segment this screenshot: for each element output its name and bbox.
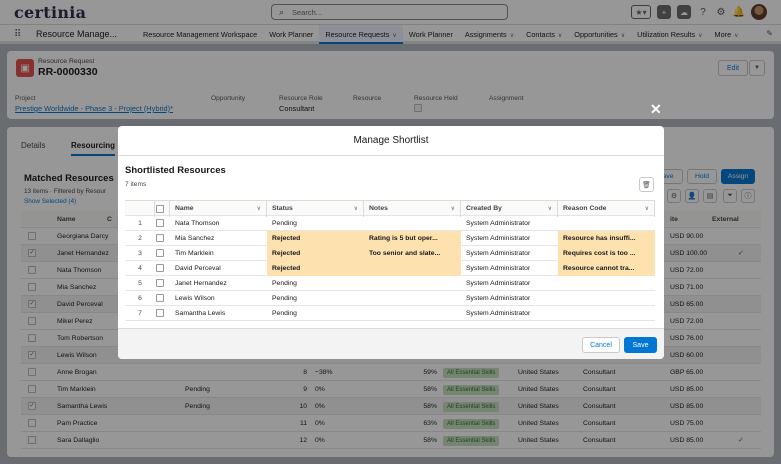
cell-status: Pending (272, 280, 297, 287)
cell-name: Mia Sanchez (175, 235, 215, 242)
cell-created-by: System Administrator (466, 220, 531, 227)
shortlist-row: 5 Janet Hernandez Pending System Administra… (125, 276, 655, 291)
column-header-created-by[interactable]: Created By ∨ (461, 201, 558, 217)
cell-status: Rejected (267, 261, 364, 276)
cell-status: Pending (272, 310, 297, 317)
cell-notes (364, 261, 461, 276)
row-checkbox[interactable] (156, 264, 164, 272)
cell-reason (558, 291, 655, 306)
cell-name: Lewis Wilson (175, 295, 215, 302)
shortlist-row: 7 Samantha Lewis Pending System Administrat… (125, 306, 655, 321)
row-checkbox[interactable] (156, 249, 164, 257)
chevron-down-icon[interactable]: ∨ (548, 201, 552, 217)
cell-num: 2 (138, 235, 142, 242)
cell-name: Janet Hernandez (175, 280, 227, 287)
cell-name: Nata Thomson (175, 220, 220, 227)
modal-body: Shortlisted Resources 7 items 🗑 Name ∨ Sta… (118, 156, 664, 328)
shortlist-row: 3 Tim Marklein Rejected Too senior and slat… (125, 246, 655, 261)
cell-reason: Resource has insuffi... (558, 231, 655, 246)
cell-name: Samantha Lewis (175, 310, 226, 317)
close-modal-icon[interactable]: ✕ (650, 102, 662, 116)
manage-shortlist-modal: Manage Shortlist Shortlisted Resources 7… (118, 126, 664, 359)
row-checkbox[interactable] (156, 294, 164, 302)
select-all-checkbox[interactable] (156, 205, 164, 213)
cell-num: 4 (138, 265, 142, 272)
cell-notes (364, 276, 461, 291)
cell-reason (558, 306, 655, 321)
column-header-label: Created By (466, 205, 502, 212)
cell-num: 1 (138, 220, 142, 227)
cell-reason (558, 276, 655, 291)
chevron-down-icon[interactable]: ∨ (451, 201, 455, 217)
cell-reason (558, 216, 655, 231)
cell-created-by: System Administrator (466, 310, 531, 317)
modal-title: Manage Shortlist (118, 126, 664, 156)
column-header-notes[interactable]: Notes ∨ (364, 201, 461, 217)
row-checkbox[interactable] (156, 309, 164, 317)
column-header-name[interactable]: Name ∨ (170, 201, 267, 217)
column-header-reason[interactable]: Reason Code ∨ (558, 201, 655, 217)
cell-status: Pending (272, 295, 297, 302)
cell-notes (364, 291, 461, 306)
shortlist-header-row: Name ∨ Status ∨ Notes ∨ Created By ∨ Reason Code… (125, 200, 655, 217)
delete-trash-icon[interactable]: 🗑 (639, 177, 654, 192)
cell-created-by: System Administrator (466, 280, 531, 287)
cell-num: 6 (138, 295, 142, 302)
column-header-status[interactable]: Status ∨ (267, 201, 364, 217)
cell-num: 7 (138, 310, 142, 317)
cell-notes (364, 306, 461, 321)
chevron-down-icon[interactable]: ∨ (645, 201, 649, 217)
cancel-button[interactable]: Cancel (582, 337, 620, 353)
shortlist-row: 4 David Perceval Rejected System Administra… (125, 261, 655, 276)
cell-created-by: System Administrator (466, 265, 531, 272)
cell-status: Rejected (267, 246, 364, 261)
cell-name: David Perceval (175, 265, 221, 272)
row-checkbox[interactable] (156, 219, 164, 227)
shortlist-row: 6 Lewis Wilson Pending System Administrator (125, 291, 655, 306)
cell-status: Pending (272, 220, 297, 227)
column-header-index (125, 201, 155, 217)
column-header-label: Notes (369, 205, 388, 212)
shortlisted-resources-title: Shortlisted Resources (125, 165, 226, 176)
cell-notes: Rating is 5 but oper... (364, 231, 461, 246)
cell-notes: Too senior and slate... (364, 246, 461, 261)
chevron-down-icon[interactable]: ∨ (257, 201, 261, 217)
cell-num: 5 (138, 280, 142, 287)
shortlist-count: 7 items (125, 181, 147, 188)
cell-reason: Resource cannot tra... (558, 261, 655, 276)
modal-footer: Cancel Save (118, 328, 664, 359)
save-button[interactable]: Save (624, 337, 657, 353)
cell-reason: Requires cost is too ... (558, 246, 655, 261)
chevron-down-icon[interactable]: ∨ (354, 201, 358, 217)
row-checkbox[interactable] (156, 234, 164, 242)
shortlist-row: 1 Nata Thomson Pending System Administrator (125, 216, 655, 231)
row-checkbox[interactable] (156, 279, 164, 287)
cell-num: 3 (138, 250, 142, 257)
cell-status: Rejected (267, 231, 364, 246)
column-header-label: Status (272, 205, 293, 212)
shortlist-row: 2 Mia Sanchez Rejected Rating is 5 but oper… (125, 231, 655, 246)
cell-created-by: System Administrator (466, 295, 531, 302)
cell-created-by: System Administrator (466, 235, 531, 242)
column-header-label: Name (175, 205, 194, 212)
cell-name: Tim Marklein (175, 250, 214, 257)
column-header-label: Reason Code (563, 205, 607, 212)
cell-created-by: System Administrator (466, 250, 531, 257)
cell-notes (364, 216, 461, 231)
